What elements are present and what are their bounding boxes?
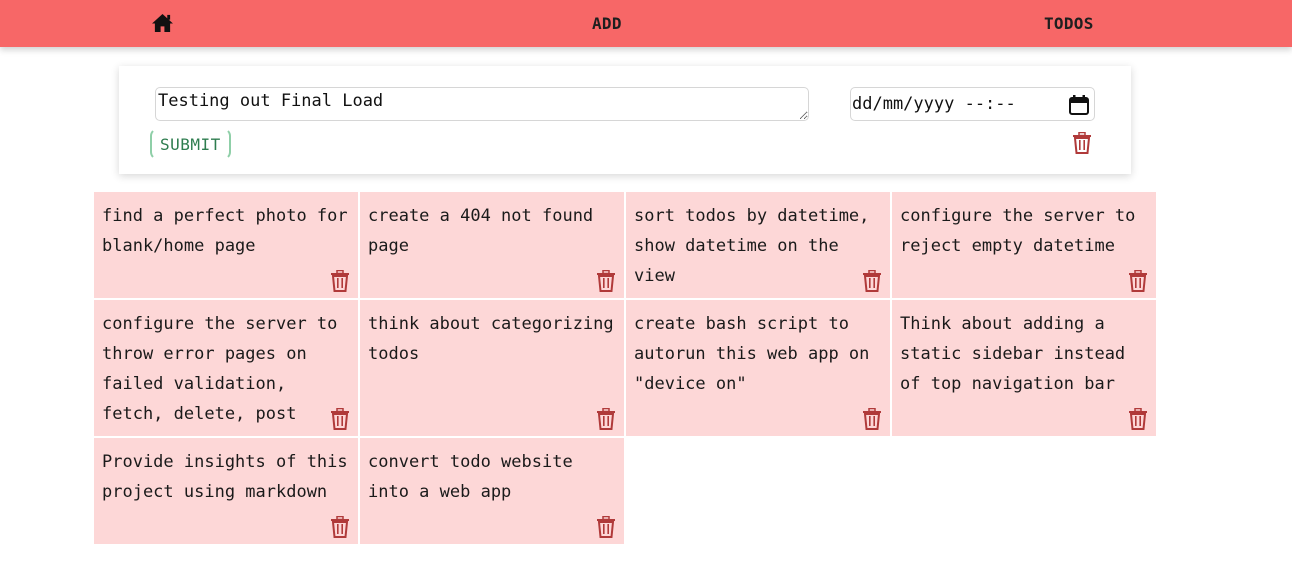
delete-trash-icon[interactable] [862,269,882,292]
todo-card: configure the server to reject empty dat… [892,192,1156,298]
todo-card: Provide insights of this project using m… [94,438,358,544]
todo-text: configure the server to throw error page… [102,314,338,424]
todo-text: Provide insights of this project using m… [102,452,348,502]
home-icon[interactable] [150,12,174,34]
add-todo-form: dd/mm/yyyy --:-- SUBMIT [119,66,1131,174]
todo-text: convert todo website into a web app [368,452,573,502]
delete-trash-icon[interactable] [596,407,616,430]
todo-card: convert todo website into a web app [360,438,624,544]
delete-trash-icon[interactable] [330,515,350,538]
delete-trash-icon[interactable] [596,515,616,538]
todo-text: configure the server to reject empty dat… [900,206,1136,256]
delete-trash-icon[interactable] [862,407,882,430]
todo-text: sort todos by datetime, show datetime on… [634,206,870,286]
todo-card: create bash script to autorun this web a… [626,300,890,436]
todo-text: create bash script to autorun this web a… [634,314,870,394]
todo-card: configure the server to throw error page… [94,300,358,436]
todo-card: create a 404 not found page [360,192,624,298]
todo-text: create a 404 not found page [368,206,594,256]
todo-text: Think about adding a static sidebar inst… [900,314,1126,394]
todo-card: sort todos by datetime, show datetime on… [626,192,890,298]
nav-add-link[interactable]: ADD [592,14,622,33]
trash-icon[interactable] [1072,131,1092,154]
datetime-input[interactable]: dd/mm/yyyy --:-- [850,87,1095,121]
submit-button[interactable]: SUBMIT [150,128,231,160]
top-navbar: ADD TODOS [0,0,1292,47]
nav-todos-link[interactable]: TODOS [1044,14,1094,33]
delete-trash-icon[interactable] [330,407,350,430]
todo-card: Think about adding a static sidebar inst… [892,300,1156,436]
datetime-placeholder: dd/mm/yyyy --:-- [852,94,1016,114]
todo-card: find a perfect photo for blank/home page [94,192,358,298]
todo-text-input[interactable] [155,87,809,121]
todo-card: think about categorizing todos [360,300,624,436]
todo-text: think about categorizing todos [368,314,614,364]
calendar-icon[interactable] [1068,94,1090,116]
todo-text: find a perfect photo for blank/home page [102,206,348,256]
delete-trash-icon[interactable] [330,269,350,292]
todo-grid: find a perfect photo for blank/home page… [94,192,1158,544]
delete-trash-icon[interactable] [1128,407,1148,430]
delete-trash-icon[interactable] [1128,269,1148,292]
delete-trash-icon[interactable] [596,269,616,292]
